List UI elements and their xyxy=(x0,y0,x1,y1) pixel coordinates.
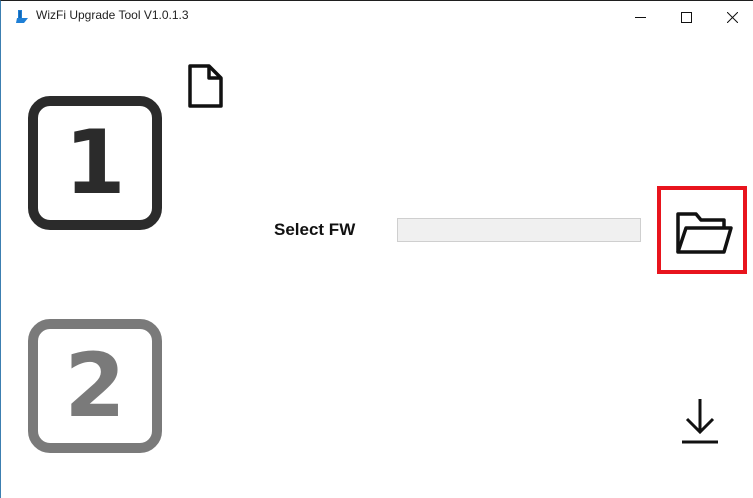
select-fw-label: Select FW xyxy=(274,220,356,239)
maximize-button[interactable] xyxy=(663,1,709,33)
minimize-button[interactable] xyxy=(617,1,663,33)
file-icon xyxy=(188,64,223,108)
step-1-number: 1 xyxy=(64,111,126,214)
fw-path-field[interactable] xyxy=(397,218,641,242)
download-arrow-icon xyxy=(682,399,718,444)
step-2-number: 2 xyxy=(64,334,126,437)
close-icon xyxy=(727,12,738,23)
step-1-indicator: 1 xyxy=(28,96,162,230)
close-button[interactable] xyxy=(709,1,753,33)
wizfi-app-icon xyxy=(16,10,28,23)
minimize-icon xyxy=(635,17,646,18)
folder-open-icon xyxy=(676,212,733,254)
browse-folder-button[interactable] xyxy=(657,186,747,274)
wizfi-upgrade-window: WizFi Upgrade Tool V1.0.1.3 1 Select FW xyxy=(0,0,753,498)
maximize-icon xyxy=(681,12,692,23)
download-button[interactable] xyxy=(680,396,720,446)
title-bar[interactable]: WizFi Upgrade Tool V1.0.1.3 xyxy=(1,1,753,33)
window-title: WizFi Upgrade Tool V1.0.1.3 xyxy=(36,8,189,22)
step-2-indicator: 2 xyxy=(28,319,162,453)
